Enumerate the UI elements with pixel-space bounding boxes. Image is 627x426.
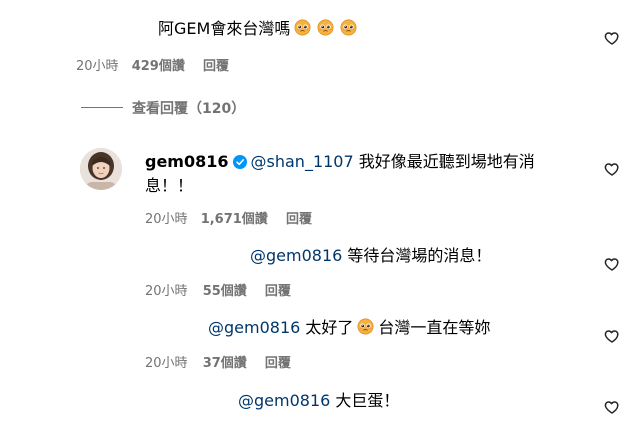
reply-text-line1: 我好像最近聽到場地有消 [358, 152, 535, 171]
reply-text-line2: 息！！ [145, 176, 194, 195]
reply-text: @gem0816 大巨蛋！ [238, 390, 399, 412]
reply-button[interactable]: 回覆 [265, 284, 291, 299]
verified-badge-icon [232, 155, 247, 169]
pleading-face-icon [294, 19, 311, 36]
mention-link[interactable]: @gem0816 [238, 391, 330, 410]
avatar[interactable] [80, 148, 122, 190]
mention-link[interactable]: @gem0816 [208, 318, 300, 337]
mention-link[interactable]: @gem0816 [250, 246, 342, 265]
reply-time: 20小時 [145, 356, 188, 371]
like-heart-icon[interactable] [603, 30, 621, 46]
reply-text: @gem0816 等待台灣場的消息！ [250, 245, 491, 267]
view-replies-button[interactable]: 查看回覆（120） [132, 98, 245, 118]
reply-likes[interactable]: 1,671個讚 [201, 212, 268, 227]
reply-text-after: 台灣一直在等妳 [378, 318, 491, 337]
reply-text-before: 太好了 [305, 318, 354, 337]
like-heart-icon[interactable] [603, 399, 621, 415]
pleading-face-icon [340, 19, 357, 36]
reply-button[interactable]: 回覆 [265, 356, 291, 371]
reply-meta: 20小時 1,671個讚 回覆 [145, 208, 312, 227]
comment-meta: 20小時 429個讚 回覆 [76, 55, 229, 74]
like-heart-icon[interactable] [603, 328, 621, 344]
reply-button[interactable]: 回覆 [203, 59, 229, 74]
reply-button[interactable]: 回覆 [286, 212, 312, 227]
reply-time: 20小時 [145, 212, 188, 227]
reply-text: @gem0816 太好了 台灣一直在等妳 [208, 317, 490, 339]
view-replies-divider [81, 107, 123, 108]
comment-text: 阿GEM會來台灣嗎 [158, 18, 357, 40]
reply-text-content: 大巨蛋！ [335, 391, 400, 410]
like-heart-icon[interactable] [603, 256, 621, 272]
reply-likes[interactable]: 37個讚 [203, 356, 247, 371]
reply-meta: 20小時 37個讚 回覆 [145, 352, 291, 371]
reply-text-content: 等待台灣場的消息！ [347, 246, 492, 265]
username-link[interactable]: gem0816 [145, 152, 229, 171]
reply-likes[interactable]: 55個讚 [203, 284, 247, 299]
comment-text-content: 阿GEM會來台灣嗎 [158, 19, 291, 38]
comment-time: 20小時 [76, 59, 119, 74]
reply-meta: 20小時 55個讚 回覆 [145, 280, 291, 299]
pleading-face-icon [357, 318, 374, 335]
reply-text: gem0816 @shan_1107 我好像最近聽到場地有消 [145, 151, 535, 173]
mention-link[interactable]: @shan_1107 [251, 152, 354, 171]
reply-time: 20小時 [145, 284, 188, 299]
pleading-face-icon [317, 19, 334, 36]
comment-likes[interactable]: 429個讚 [132, 59, 185, 74]
like-heart-icon[interactable] [603, 161, 621, 177]
